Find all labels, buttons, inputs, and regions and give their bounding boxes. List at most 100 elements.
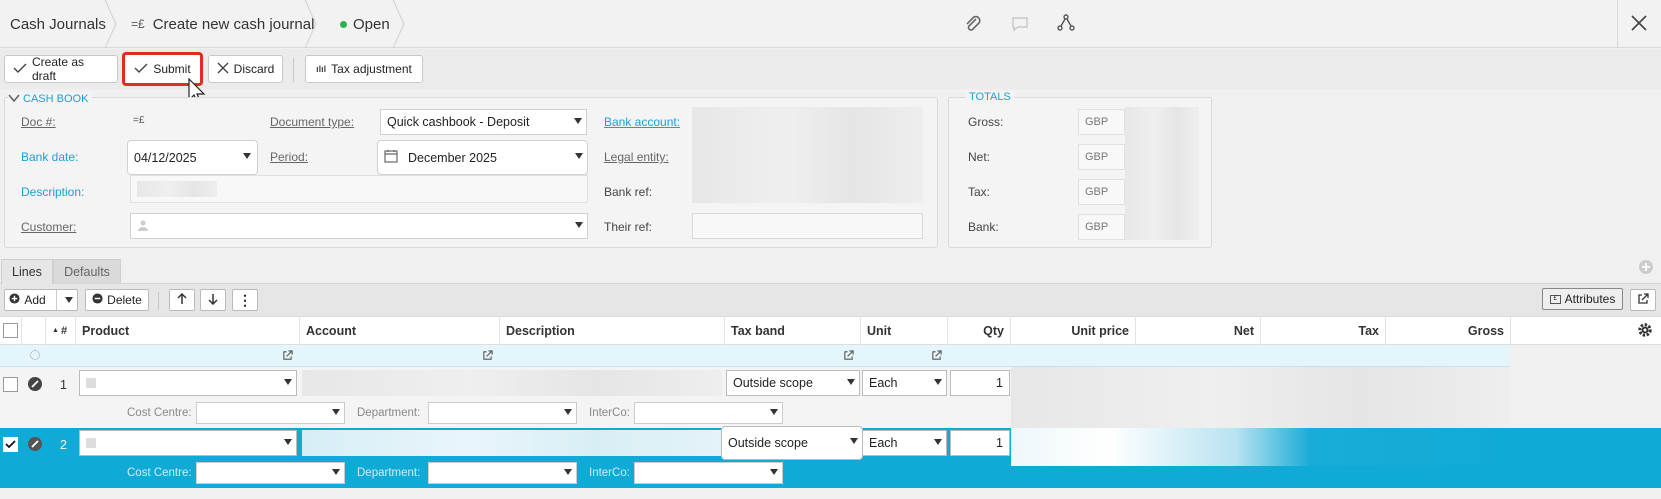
chevron-down-icon (64, 297, 73, 303)
comment-icon[interactable] (1011, 16, 1029, 35)
column-header-tax[interactable]: Tax (1261, 316, 1386, 345)
check-icon (134, 62, 148, 76)
row-checkbox[interactable] (3, 377, 18, 392)
account-description-cell[interactable] (302, 430, 722, 456)
column-header-account[interactable]: Account (300, 316, 500, 345)
customer-select[interactable] (130, 213, 588, 239)
interco-select[interactable] (634, 462, 783, 484)
tab-lines-label: Lines (12, 265, 42, 279)
doc-number-label[interactable]: Doc #: (21, 115, 56, 129)
more-vertical-icon: ⋮ (238, 292, 252, 308)
close-icon (217, 62, 229, 77)
qty-input[interactable]: 1 (950, 430, 1010, 456)
department-select[interactable] (428, 402, 577, 424)
paperclip-icon[interactable] (964, 15, 982, 36)
row-status-icon (28, 377, 42, 391)
status-badge: Open (340, 0, 390, 48)
chevron-down-icon (850, 438, 858, 444)
breadcrumb-cash-journals[interactable]: Cash Journals (10, 0, 106, 48)
qty-value: 1 (996, 376, 1003, 390)
tax-band-select[interactable]: Outside scope (726, 370, 860, 396)
chevron-down-icon (564, 469, 572, 475)
add-line-button[interactable]: Add (4, 289, 78, 311)
create-as-draft-button[interactable]: Create as draft (4, 55, 118, 83)
breadcrumb-create[interactable]: =£ Create new cash journal (131, 0, 314, 48)
column-header-unit[interactable]: Unit (861, 316, 948, 345)
cash-journal-icon: =£ (133, 115, 145, 126)
column-header-number[interactable]: ▲ # (46, 316, 76, 345)
product-icon (86, 438, 96, 448)
chevron-down-icon (770, 469, 778, 475)
more-options-button[interactable]: ⋮ (232, 289, 258, 311)
legal-entity-label: Legal entity: (604, 150, 669, 164)
column-gross-label: Gross (1467, 323, 1504, 338)
department-select[interactable] (428, 462, 577, 484)
column-header-net[interactable]: Net (1136, 316, 1261, 345)
tax-band-value: Outside scope (733, 376, 813, 390)
person-icon (137, 219, 149, 234)
delete-line-button[interactable]: Delete (85, 289, 149, 311)
column-number-label: # (60, 324, 68, 337)
move-down-button[interactable] (200, 289, 226, 311)
chevron-down-icon (332, 409, 340, 415)
product-select[interactable] (79, 430, 297, 456)
close-icon[interactable] (1630, 14, 1648, 35)
chevron-down-icon (284, 379, 292, 385)
interco-select[interactable] (634, 402, 783, 424)
bank-account-label[interactable]: Bank account: (604, 115, 680, 129)
popout-button[interactable] (1630, 289, 1656, 311)
attributes-button[interactable]: £ Attributes (1542, 288, 1623, 310)
unit-value: Each (869, 376, 898, 390)
tab-lines[interactable]: Lines (1, 259, 53, 284)
tax-band-select[interactable]: Outside scope (721, 426, 863, 460)
period-field[interactable]: December 2025 (377, 140, 588, 175)
tab-defaults[interactable]: Defaults (53, 259, 121, 283)
account-description-cell[interactable] (302, 370, 722, 396)
column-header-qty[interactable]: Qty (948, 316, 1011, 345)
bank-account-field[interactable] (692, 107, 923, 203)
create-as-draft-label: Create as draft (32, 55, 85, 83)
add-circle-icon[interactable] (1638, 259, 1654, 278)
unit-select[interactable]: Each (862, 430, 947, 456)
unit-select[interactable]: Each (862, 370, 947, 396)
period-label: Period: (270, 150, 309, 164)
chevron-down-icon (8, 92, 20, 106)
gross-total-field: GBP (1078, 109, 1125, 135)
minus-circle-icon (92, 293, 103, 307)
column-header-gross[interactable]: Gross (1386, 316, 1511, 345)
document-type-select[interactable]: Quick cashbook - Deposit (380, 109, 587, 135)
settings-gear-icon[interactable] (1637, 322, 1653, 341)
document-type-label: Document type: (270, 115, 355, 129)
qty-input[interactable]: 1 (950, 370, 1010, 396)
their-ref-input[interactable] (692, 213, 923, 239)
external-link-icon[interactable] (282, 350, 293, 364)
row-checkbox-checked[interactable] (3, 437, 18, 452)
column-description-label: Description (506, 323, 575, 338)
discard-button[interactable]: Discard (208, 55, 283, 83)
move-up-button[interactable] (169, 289, 195, 311)
bank-date-field[interactable]: 04/12/2025 (127, 140, 258, 175)
description-input[interactable] (130, 175, 588, 203)
product-select[interactable] (79, 370, 297, 396)
tax-adjustment-button[interactable]: ılıl Tax adjustment (305, 55, 423, 83)
external-link-icon[interactable] (843, 350, 854, 364)
workflow-icon[interactable] (1057, 14, 1075, 35)
cost-centre-label: Cost Centre: (127, 407, 192, 419)
cashbook-section-toggle[interactable]: CASH BOOK (8, 92, 93, 106)
column-header-description[interactable]: Description (500, 316, 725, 345)
column-tax-band-label: Tax band (731, 323, 785, 338)
cost-centre-select[interactable] (196, 462, 345, 484)
chevron-down-icon (575, 222, 583, 228)
chevron-down-icon (934, 439, 942, 445)
attributes-icon: £ (1549, 294, 1561, 304)
external-link-icon[interactable] (931, 350, 942, 364)
select-all-checkbox[interactable] (3, 323, 18, 338)
department-label: Department: (357, 407, 421, 419)
column-header-tax-band[interactable]: Tax band (725, 316, 861, 345)
column-header-product[interactable]: Product (76, 316, 300, 345)
external-link-icon[interactable] (482, 350, 493, 364)
cost-centre-select[interactable] (196, 402, 345, 424)
currency-code: GBP (1085, 116, 1109, 128)
interco-label: InterCo: (589, 407, 630, 419)
column-header-unit-price[interactable]: Unit price (1011, 316, 1136, 345)
